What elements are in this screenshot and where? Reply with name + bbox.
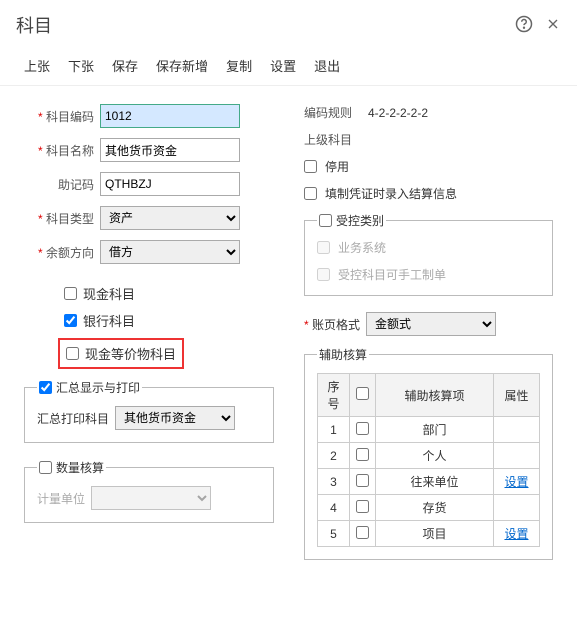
cell-attr: 设置 <box>494 469 540 495</box>
prev-button[interactable]: 上张 <box>24 56 50 75</box>
cell-attr <box>494 417 540 443</box>
settings-button[interactable]: 设置 <box>270 56 296 75</box>
dir-select[interactable]: 借方 <box>100 240 240 264</box>
dir-label: 余额方向 <box>24 244 94 261</box>
cash-label: 现金科目 <box>83 284 135 303</box>
qty-legend: 数量核算 <box>56 459 104 476</box>
aux-check-all[interactable] <box>356 387 369 400</box>
unit-label: 计量单位 <box>37 490 85 507</box>
code-input[interactable] <box>100 104 240 128</box>
cash-checkbox[interactable] <box>64 287 77 300</box>
col-item: 辅助核算项 <box>376 374 494 417</box>
cell-seq: 2 <box>318 443 350 469</box>
cash-eq-checkbox[interactable] <box>66 347 79 360</box>
summary-print-label: 汇总打印科目 <box>37 410 109 427</box>
disable-label: 停用 <box>325 158 349 175</box>
aux-row-checkbox[interactable] <box>356 448 369 461</box>
controlled-toggle[interactable] <box>319 214 332 227</box>
name-label: 科目名称 <box>24 142 94 159</box>
type-select[interactable]: 资产 <box>100 206 240 230</box>
coderule-value: 4-2-2-2-2-2 <box>368 106 428 120</box>
toolbar: 上张 下张 保存 保存新增 复制 设置 退出 <box>0 46 577 86</box>
cell-item: 往来单位 <box>376 469 494 495</box>
aux-row-checkbox[interactable] <box>356 422 369 435</box>
cell-attr <box>494 495 540 521</box>
summary-fieldset: 汇总显示与打印 汇总打印科目 其他货币资金 <box>24 379 274 443</box>
disable-checkbox[interactable] <box>304 160 317 173</box>
col-attr: 属性 <box>494 374 540 417</box>
cell-attr <box>494 443 540 469</box>
col-seq: 序号 <box>318 374 350 417</box>
summary-print-select[interactable]: 其他货币资金 <box>115 406 235 430</box>
exit-button[interactable]: 退出 <box>314 56 340 75</box>
save-new-button[interactable]: 保存新增 <box>156 56 208 75</box>
cell-attr: 设置 <box>494 521 540 547</box>
cell-item: 部门 <box>376 417 494 443</box>
next-button[interactable]: 下张 <box>68 56 94 75</box>
cash-eq-label: 现金等价物科目 <box>85 344 176 363</box>
page-title: 科目 <box>16 12 52 38</box>
save-button[interactable]: 保存 <box>112 56 138 75</box>
qty-toggle[interactable] <box>39 461 52 474</box>
close-icon[interactable] <box>545 16 561 35</box>
name-input[interactable] <box>100 138 240 162</box>
unit-select <box>91 486 211 510</box>
manual-checkbox <box>317 268 330 281</box>
controlled-fieldset: 受控类别 业务系统 受控科目可手工制单 <box>304 212 553 296</box>
type-label: 科目类型 <box>24 210 94 227</box>
help-icon[interactable] <box>515 15 533 36</box>
aux-row-checkbox[interactable] <box>356 526 369 539</box>
table-row: 5 项目设置 <box>318 521 540 547</box>
summary-toggle[interactable] <box>39 381 52 394</box>
cell-seq: 4 <box>318 495 350 521</box>
table-row: 3 往来单位设置 <box>318 469 540 495</box>
aux-table: 序号 辅助核算项 属性 1部门2个人3往来单位设置4存货5项目设置 <box>317 373 540 547</box>
biz-label: 业务系统 <box>338 239 386 256</box>
fillsettle-checkbox[interactable] <box>304 187 317 200</box>
code-label: 科目编码 <box>24 108 94 125</box>
bank-checkbox[interactable] <box>64 314 77 327</box>
parent-label: 上级科目 <box>304 131 368 148</box>
controlled-legend: 受控类别 <box>336 212 384 229</box>
cell-seq: 5 <box>318 521 350 547</box>
cell-item: 存货 <box>376 495 494 521</box>
cell-seq: 3 <box>318 469 350 495</box>
biz-checkbox <box>317 241 330 254</box>
coderule-label: 编码规则 <box>304 104 368 121</box>
qty-fieldset: 数量核算 计量单位 <box>24 459 274 523</box>
pagefmt-select[interactable]: 金额式 <box>366 312 496 336</box>
aux-row-checkbox[interactable] <box>356 474 369 487</box>
attr-link[interactable]: 设置 <box>504 527 528 541</box>
fillsettle-label: 填制凭证时录入结算信息 <box>325 185 457 202</box>
cash-equivalent-highlight: 现金等价物科目 <box>58 338 184 369</box>
table-row: 4 存货 <box>318 495 540 521</box>
bank-label: 银行科目 <box>83 311 135 330</box>
mnemonic-input[interactable] <box>100 172 240 196</box>
attr-link[interactable]: 设置 <box>504 475 528 489</box>
cell-seq: 1 <box>318 417 350 443</box>
cell-item: 项目 <box>376 521 494 547</box>
pagefmt-label: 账页格式 <box>304 316 360 333</box>
table-row: 1 部门 <box>318 417 540 443</box>
table-row: 2 个人 <box>318 443 540 469</box>
copy-button[interactable]: 复制 <box>226 56 252 75</box>
manual-label: 受控科目可手工制单 <box>338 266 446 283</box>
summary-legend: 汇总显示与打印 <box>56 379 140 396</box>
aux-fieldset: 辅助核算 序号 辅助核算项 属性 1部门2个人3往来单位设置4存货5项目设置 <box>304 346 553 560</box>
aux-row-checkbox[interactable] <box>356 500 369 513</box>
cell-item: 个人 <box>376 443 494 469</box>
mnemonic-label: 助记码 <box>24 176 94 193</box>
aux-legend: 辅助核算 <box>319 346 367 363</box>
